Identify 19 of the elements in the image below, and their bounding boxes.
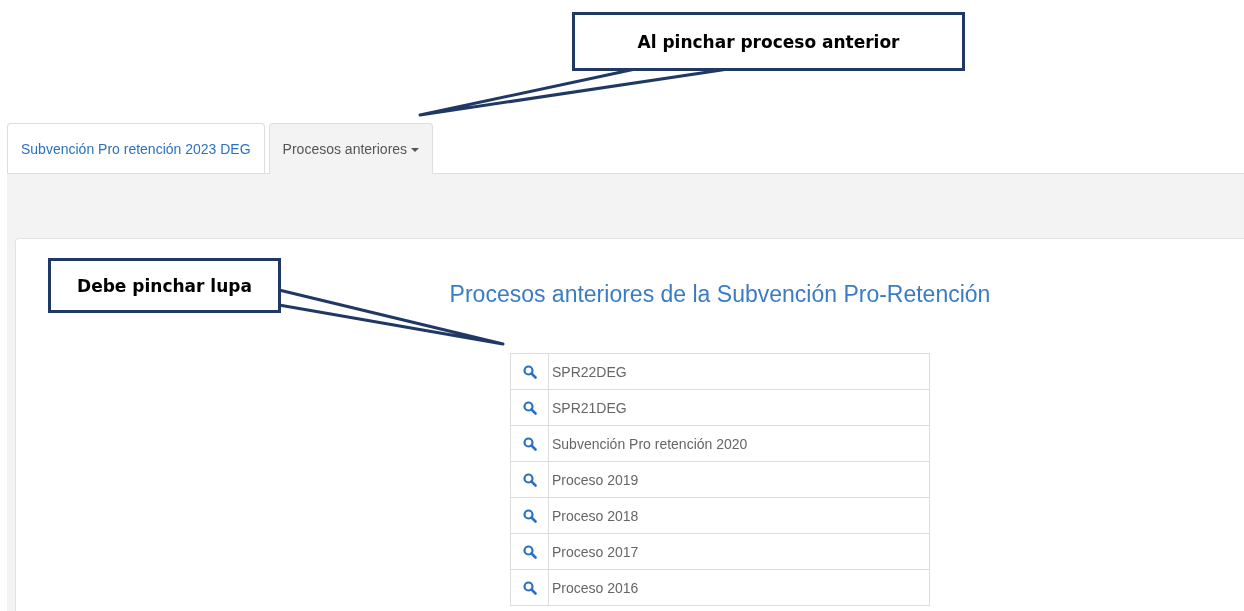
search-icon[interactable]: [522, 508, 537, 523]
search-icon[interactable]: [522, 400, 537, 415]
tab[interactable]: Procesos anteriores: [268, 123, 434, 174]
tab[interactable]: Subvención Pro retención 2023 DEG: [7, 123, 265, 173]
search-icon[interactable]: [522, 364, 537, 379]
panel-title: Procesos anteriores de la Subvención Pro-Retención: [449, 281, 991, 308]
callout: Al pinchar proceso anterior: [572, 12, 965, 71]
table-cell-text: Subvención Pro retención 2020: [551, 434, 748, 454]
search-icon[interactable]: [522, 436, 537, 451]
search-icon[interactable]: [522, 544, 537, 559]
table-cell-text: Proceso 2019: [551, 470, 639, 490]
search-icon[interactable]: [522, 580, 537, 595]
table-cell-text: Proceso 2018: [551, 506, 639, 526]
table-cell-text: SPR22DEG: [551, 362, 627, 382]
callout: Debe pinchar lupa: [48, 258, 281, 313]
table-cell-text: Proceso 2016: [551, 578, 639, 598]
search-icon[interactable]: [522, 472, 537, 487]
table-cell-text: Proceso 2017: [551, 542, 639, 562]
table-cell-text: SPR21DEG: [551, 398, 627, 418]
